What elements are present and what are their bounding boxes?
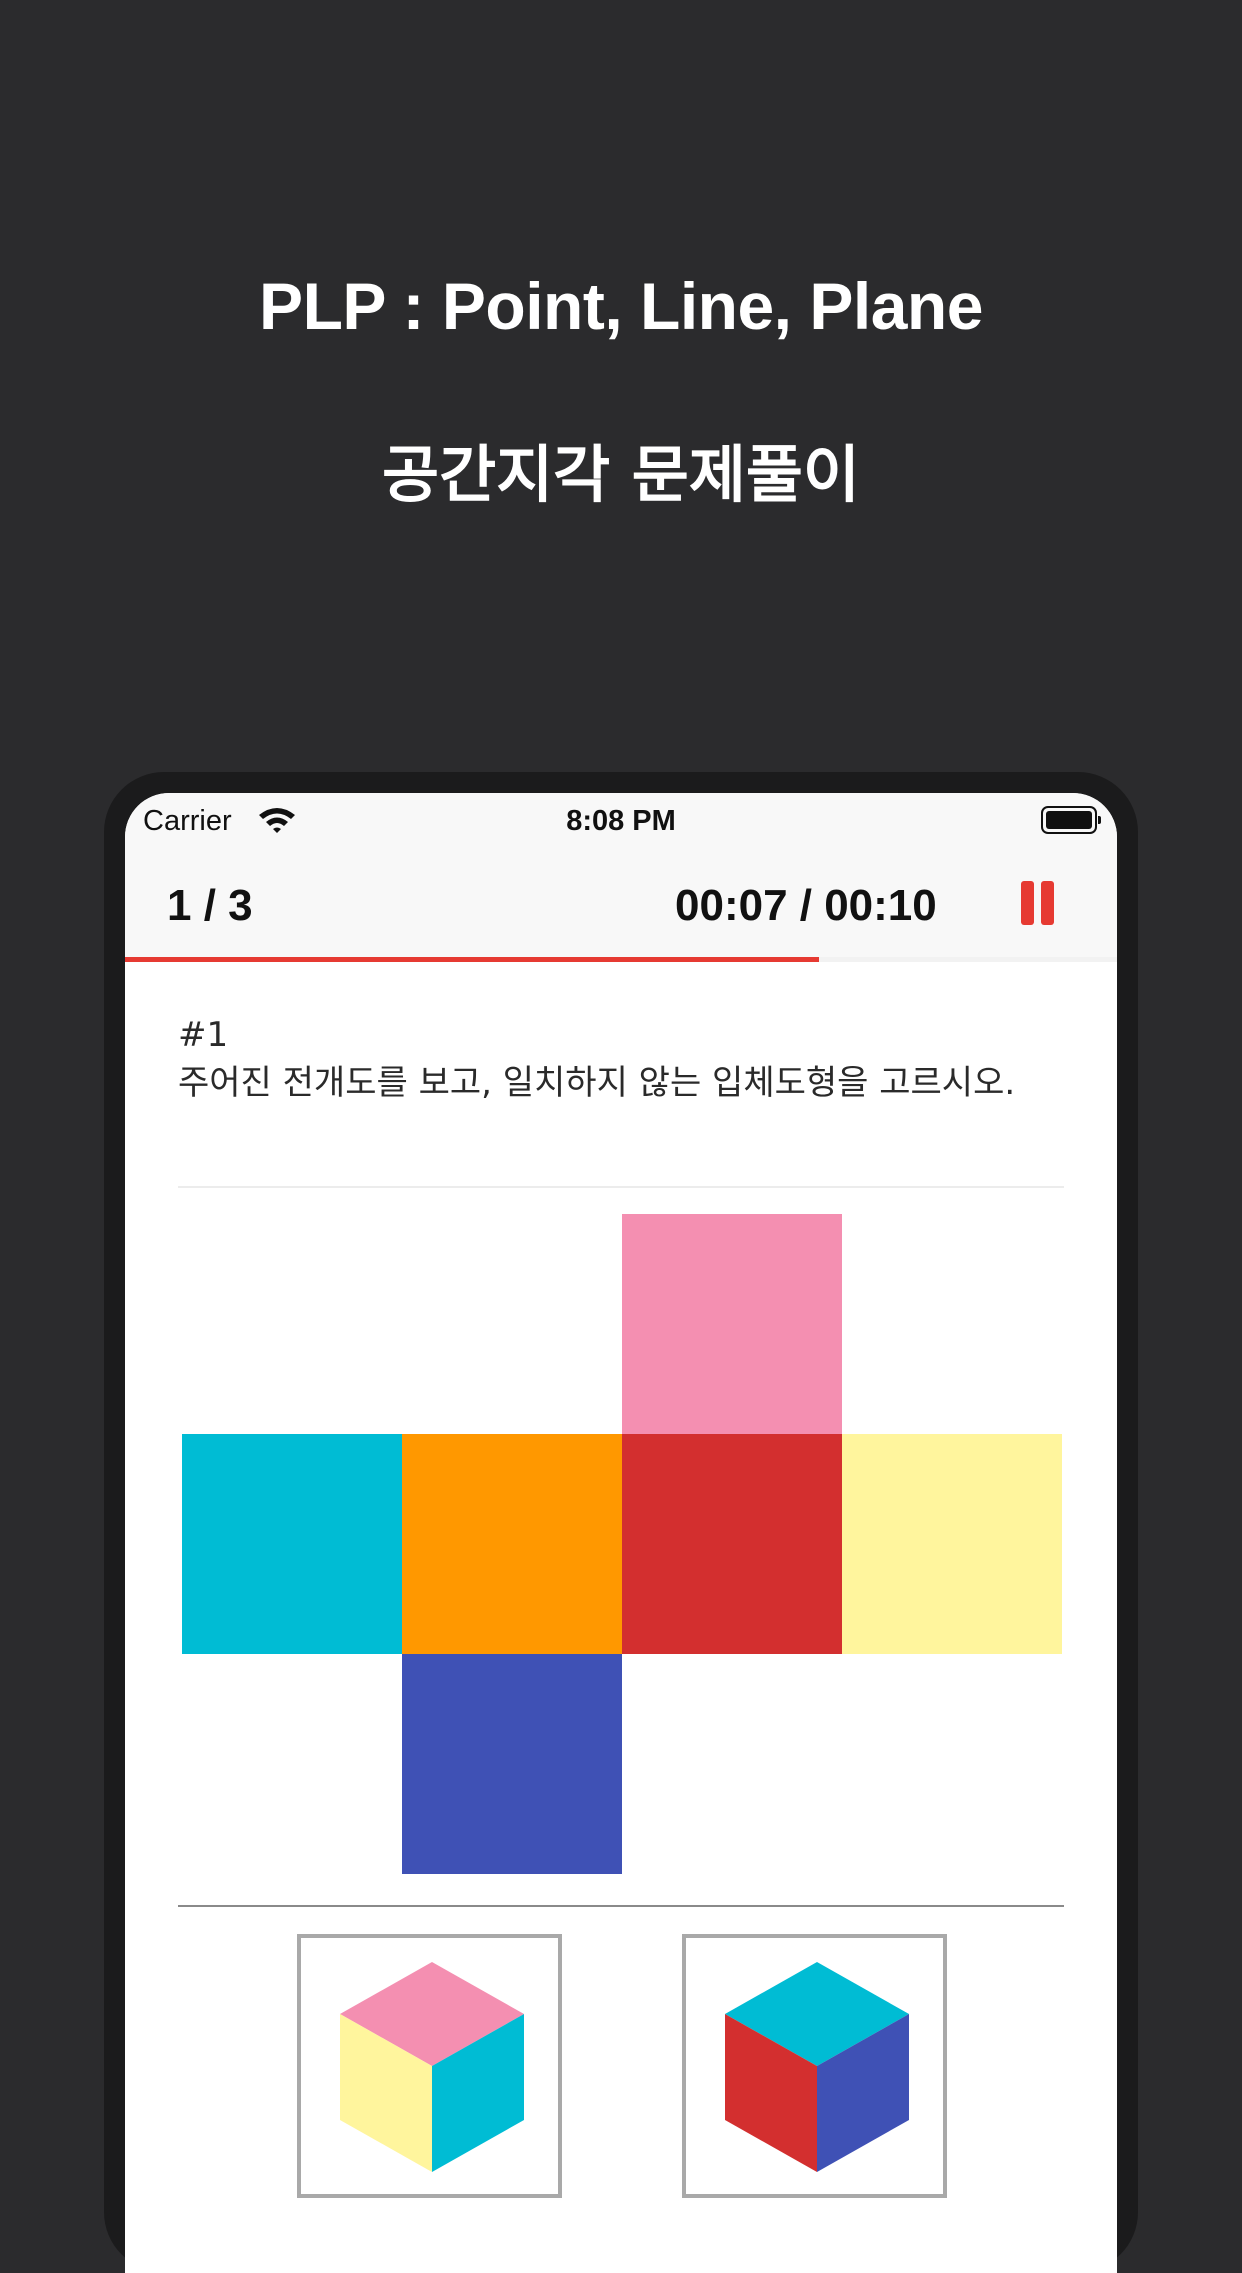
net-face-center (622, 1434, 842, 1654)
net-face-bottom (402, 1654, 622, 1874)
net-face-right (842, 1434, 1062, 1654)
nav-bar: 1 / 3 00:07 / 00:10 (125, 849, 1117, 957)
device-screen: Carrier 8:08 PM 1 / 3 00:07 / 00:10 #1 주… (125, 793, 1117, 2273)
question-prompt: 주어진 전개도를 보고, 일치하지 않는 입체도형을 고르시오. (178, 1063, 1016, 1103)
promo-title: PLP : Point, Line, Plane (259, 269, 983, 343)
question-area: #1 주어진 전개도를 보고, 일치하지 않는 입체도형을 고르시오. (178, 1011, 1058, 1107)
progress-fill (125, 957, 820, 962)
answer-option-1[interactable] (297, 1934, 562, 2198)
question-number: #1 (178, 1015, 229, 1055)
net-face-left (182, 1434, 402, 1654)
progress-bar (125, 957, 1117, 962)
cube-icon (340, 1962, 524, 2172)
status-bar: Carrier 8:08 PM (125, 793, 1117, 849)
question-counter: 1 / 3 (167, 881, 253, 930)
timer: 00:07 / 00:10 (675, 881, 937, 930)
divider (178, 1905, 1064, 1907)
net-face-top (622, 1214, 842, 1434)
battery-icon (1041, 806, 1101, 834)
answer-option-2[interactable] (682, 1934, 947, 2198)
net-face-center-left (402, 1434, 622, 1654)
pause-button[interactable] (1013, 875, 1063, 935)
cube-icon (725, 1962, 909, 2172)
pause-icon (1041, 881, 1054, 925)
device-frame: Carrier 8:08 PM 1 / 3 00:07 / 00:10 #1 주… (104, 772, 1138, 2273)
promo-subtitle: 공간지각 문제풀이 (382, 438, 860, 511)
divider (178, 1186, 1064, 1188)
pause-icon (1021, 881, 1034, 925)
status-time: 8:08 PM (566, 805, 676, 837)
